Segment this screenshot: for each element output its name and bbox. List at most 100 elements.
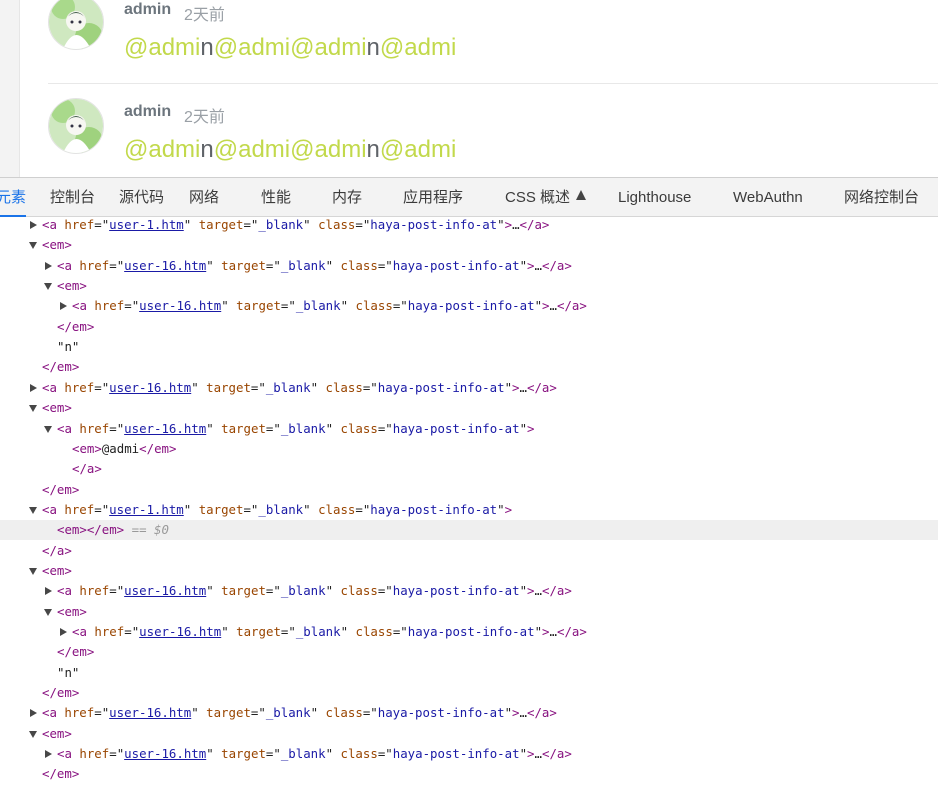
href-link[interactable]: user-16.htm [139,298,221,313]
tab-performance[interactable]: 性能 [261,178,291,217]
tag-name: > [504,501,513,517]
dom-tree-node[interactable]: <a href="user-16.htm" target="_blank" cl… [0,744,938,764]
node-markup: </em> [57,642,94,662]
dom-tree-node[interactable]: <a href="user-16.htm" target="_blank" cl… [0,378,938,398]
code-token: =" [392,624,408,639]
mention-link[interactable]: @admi [290,136,366,163]
tab-console[interactable]: 控制台 [50,178,95,217]
dom-tree-node[interactable]: "n" [0,663,938,683]
code-token: " [497,217,505,232]
mention-link[interactable]: @admi [214,136,290,163]
attr-value: haya-post-info-at [392,420,520,436]
dom-tree-node[interactable]: <em> [0,561,938,581]
expanded-triangle-icon[interactable] [29,405,37,413]
dom-tree-node[interactable]: <em> [0,724,938,744]
mention-link[interactable]: @admi [124,34,200,61]
dom-tree-node[interactable]: <a href="user-16.htm" target="_blank" cl… [0,419,938,439]
mention-link[interactable]: @admi [380,34,456,61]
elements-tree[interactable]: <a href="user-1.htm" target="_blank" cla… [0,217,938,793]
selected-node-marker: == $0 [124,522,169,538]
mention-link[interactable]: @admi [290,34,366,61]
dom-tree-node[interactable]: <em> [0,398,938,418]
expanded-triangle-icon[interactable] [29,730,37,738]
attr-name: target [221,583,266,599]
dom-tree-node[interactable]: <em></em> == $0 [0,520,938,541]
tab-memory[interactable]: 内存 [332,178,362,217]
dom-tree-node[interactable]: <a href="user-16.htm" target="_blank" cl… [0,622,938,642]
dom-tree-node[interactable]: <a href="user-1.htm" target="_blank" cla… [0,500,938,520]
dom-tree-node[interactable]: <a href="user-16.htm" target="_blank" cl… [0,256,938,276]
node-markup: <a href="user-16.htm" target="_blank" cl… [42,703,557,723]
dom-tree-node[interactable]: </em> [0,480,938,500]
href-link[interactable]: user-16.htm [139,624,221,639]
expanded-triangle-icon[interactable] [29,242,37,250]
dom-tree-node[interactable]: <a href="user-16.htm" target="_blank" cl… [0,581,938,601]
attr-value: haya-post-info-at [392,257,520,273]
dom-tree-node[interactable]: <em>@admi</em> [0,439,938,459]
dom-tree-node[interactable]: </a> [0,459,938,479]
collapsed-triangle-icon[interactable] [30,383,37,392]
dom-tree-node[interactable]: "n" [0,337,938,357]
dom-tree-node[interactable]: <em> [0,235,938,255]
collapsed-triangle-icon[interactable] [60,628,67,636]
dom-tree-node[interactable]: <em> [0,276,938,296]
dom-tree-node[interactable]: </em> [0,764,938,784]
avatar[interactable] [48,0,104,50]
tab-network-console[interactable]: 网络控制台 [844,178,919,217]
expanded-triangle-icon[interactable] [29,567,37,575]
code-token: " [310,705,326,721]
node-markup: <em> [42,724,72,744]
href-link[interactable]: user-16.htm [124,258,206,273]
href-link[interactable]: user-16.htm [109,705,191,720]
dom-tree-node[interactable]: </em> [0,683,938,703]
tab-sources[interactable]: 源代码 [119,178,164,217]
expanded-triangle-icon[interactable] [44,425,52,433]
dom-tree-node[interactable]: <a href="user-16.htm" target="_blank" cl… [0,703,938,723]
tag-name: </a> [526,705,557,721]
attr-name: target [198,217,244,232]
collapsed-triangle-icon[interactable] [45,587,52,596]
tab-elements[interactable]: 元素 [0,178,27,217]
avatar[interactable] [48,98,104,154]
dom-tree-node[interactable]: </em> [0,317,938,337]
expanded-triangle-icon[interactable] [29,506,37,514]
code-token: =" [109,746,125,762]
mention-link[interactable]: @admi [124,136,200,163]
node-markup: "n" [57,663,79,683]
mention-link[interactable]: @admi [214,34,290,61]
tab-css-overview[interactable]: CSS 概述 [505,178,587,217]
post-username[interactable]: admin [124,1,171,19]
attr-value: _blank [265,379,311,395]
dom-tree-node[interactable]: <em> [0,602,938,622]
tab-lighthouse[interactable]: Lighthouse [618,178,691,217]
node-markup: <em> [57,276,87,296]
collapsed-triangle-icon[interactable] [45,261,52,270]
tab-webauthn[interactable]: WebAuthn [733,178,803,217]
tab-network[interactable]: 网络 [189,178,219,217]
text-node: @admi [101,440,140,456]
dom-tree-node[interactable]: </a> [0,541,938,561]
attr-value: _blank [280,420,326,436]
tag-name: > [527,746,535,762]
dom-tree-node[interactable]: </em> [0,357,938,377]
dom-tree-node[interactable]: <a href="user-1.htm" target="_blank" cla… [0,217,938,235]
href-link[interactable]: user-16.htm [124,421,206,436]
collapsed-triangle-icon[interactable] [45,750,52,759]
href-link[interactable]: user-16.htm [124,746,206,761]
href-link[interactable]: user-16.htm [109,380,191,395]
collapsed-triangle-icon[interactable] [30,709,37,718]
dom-tree-node[interactable]: </em> [0,642,938,662]
mention-link[interactable]: @admi [380,136,456,163]
attr-name: href [64,379,95,395]
code-token: " [325,257,341,273]
href-link[interactable]: user-16.htm [124,583,206,598]
collapsed-triangle-icon[interactable] [60,302,67,311]
collapsed-triangle-icon[interactable] [30,221,37,229]
href-link[interactable]: user-1.htm [109,502,184,517]
href-link[interactable]: user-1.htm [109,217,184,232]
tab-application[interactable]: 应用程序 [403,178,463,217]
expanded-triangle-icon[interactable] [44,608,52,616]
dom-tree-node[interactable]: <a href="user-16.htm" target="_blank" cl… [0,296,938,316]
post-username[interactable]: admin [124,103,171,121]
expanded-triangle-icon[interactable] [44,283,52,291]
